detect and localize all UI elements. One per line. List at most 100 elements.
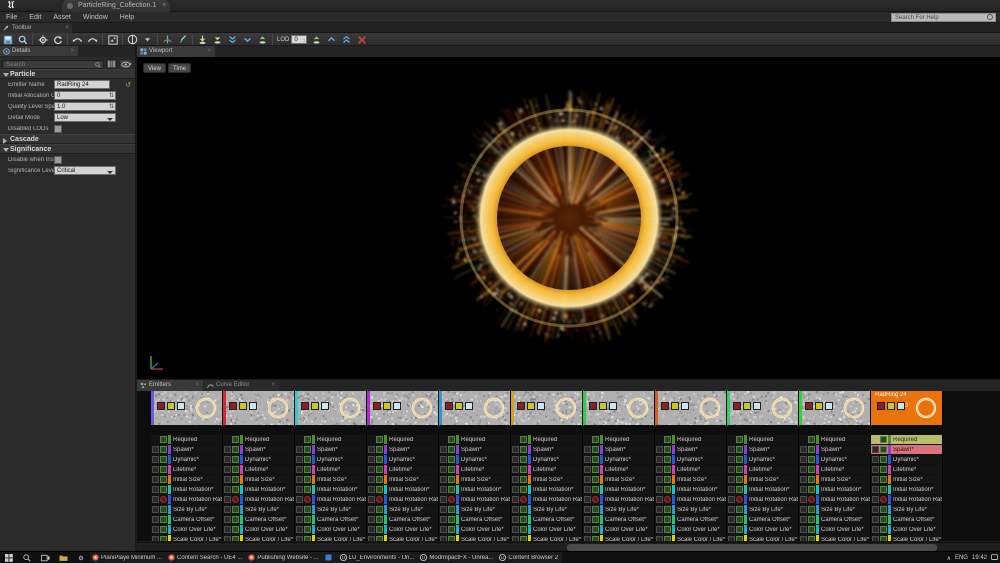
tab-details[interactable]: Details × (0, 46, 78, 57)
module-enable-checkbox[interactable] (664, 506, 671, 513)
module-row[interactable]: Initial Rotation* (151, 485, 222, 494)
module-row[interactable]: Initial Rotation* (295, 485, 366, 494)
module-lod-checkbox[interactable] (656, 526, 663, 533)
taskbar-app[interactable]: U Content Browser 2 (497, 552, 562, 563)
module-enable-checkbox[interactable] (808, 516, 815, 523)
module-row[interactable]: Scale Color / Life* (583, 535, 654, 541)
module-row[interactable]: Lifetime* (871, 465, 942, 474)
emitter-column[interactable]: Required Spawn* Dynamic* Lifetime* Initial S… (439, 391, 511, 541)
module-lod-checkbox[interactable] (512, 446, 519, 453)
module-lod-checkbox[interactable] (440, 456, 447, 463)
emitter-enable-badge-icon[interactable] (167, 402, 175, 410)
significance-level-select[interactable]: Critical (54, 166, 116, 175)
module-row[interactable]: Initial Size* (727, 475, 798, 484)
module-enable-checkbox[interactable] (448, 526, 455, 533)
module-enable-checkbox[interactable] (232, 516, 239, 523)
emitter-column[interactable]: Required Spawn* Dynamic* Lifetime* Initial S… (583, 391, 655, 541)
module-row[interactable]: Color Over Life* (799, 525, 870, 534)
module-lod-checkbox[interactable] (872, 456, 879, 463)
emitter-name-input[interactable]: RadRing 24 (54, 80, 110, 89)
module-enable-checkbox[interactable] (808, 446, 815, 453)
module-lod-checkbox[interactable] (152, 446, 159, 453)
module-lod-checkbox[interactable] (368, 516, 375, 523)
module-lod-checkbox[interactable] (584, 456, 591, 463)
emitter-header[interactable] (727, 391, 798, 425)
emitter-header[interactable] (223, 391, 294, 425)
quality-level-input[interactable]: 1.0 ⇅ (54, 102, 116, 111)
module-lod-checkbox[interactable] (224, 536, 231, 541)
taskbar-app[interactable]: Content Search - UE4 ... (166, 552, 246, 563)
module-enable-checkbox[interactable] (304, 456, 311, 463)
tray-chevron-icon[interactable]: ∧ (947, 555, 951, 562)
module-enable-checkbox[interactable] (880, 516, 887, 523)
module-enable-checkbox[interactable] (376, 476, 383, 483)
module-lod-checkbox[interactable] (656, 536, 663, 541)
module-row[interactable]: Initial Size* (583, 475, 654, 484)
undo-button[interactable] (70, 33, 85, 46)
lod-regenerate-button[interactable] (255, 33, 270, 46)
module-row[interactable]: Initial Size* (511, 475, 582, 484)
module-row[interactable]: Required (799, 435, 870, 444)
module-enable-checkbox[interactable] (448, 486, 455, 493)
task-view-icon[interactable] (36, 552, 54, 563)
emitter-header-selected[interactable]: RadRing 24 3 (871, 391, 942, 425)
delete-lod-button[interactable] (354, 33, 369, 46)
module-enable-checkbox[interactable] (664, 486, 671, 493)
module-row[interactable]: Spawn* (583, 445, 654, 454)
module-enable-checkbox[interactable] (304, 536, 311, 541)
module-lod-checkbox[interactable] (584, 466, 591, 473)
module-lod-checkbox[interactable] (440, 496, 447, 503)
module-lod-checkbox[interactable] (152, 456, 159, 463)
module-enable-checkbox[interactable] (664, 526, 671, 533)
module-enable-checkbox[interactable] (808, 466, 815, 473)
module-row[interactable]: Camera Offset* (799, 515, 870, 524)
emitters-scroll-area[interactable]: Required Spawn* Dynamic* Lifetime* Initial S… (137, 391, 1000, 541)
module-enable-checkbox[interactable] (376, 436, 383, 443)
module-lod-checkbox[interactable] (296, 516, 303, 523)
module-enable-checkbox[interactable] (592, 476, 599, 483)
taskbar-app[interactable]: U LU_Environments - Un... (338, 552, 419, 563)
module-lod-checkbox[interactable] (800, 456, 807, 463)
emitter-render-badge-icon[interactable] (825, 402, 833, 410)
start-icon[interactable] (0, 552, 18, 563)
module-row[interactable]: Camera Offset* (151, 515, 222, 524)
module-enable-checkbox[interactable] (664, 516, 671, 523)
module-enable-checkbox[interactable] (448, 476, 455, 483)
emitter-enable-badge-icon[interactable] (455, 402, 463, 410)
module-lod-checkbox[interactable] (296, 526, 303, 533)
module-row[interactable]: Lifetime* (439, 465, 510, 474)
module-enable-checkbox[interactable] (592, 466, 599, 473)
emitter-solo-badge-icon[interactable] (445, 402, 453, 410)
module-lod-checkbox[interactable] (656, 506, 663, 513)
module-row[interactable]: Initial Rotation Rate* (655, 495, 726, 504)
module-row[interactable]: Lifetime* (655, 465, 726, 474)
bounds-dropdown[interactable] (140, 33, 155, 46)
taskbar-app[interactable]: U ModImpactFX - Unrea... (418, 552, 497, 563)
emitter-render-badge-icon[interactable] (681, 402, 689, 410)
module-lod-checkbox[interactable] (584, 486, 591, 493)
module-lod-checkbox[interactable] (800, 536, 807, 541)
module-row[interactable]: Dynamic* (871, 455, 942, 464)
module-row[interactable]: Scale Color / Life* (799, 535, 870, 541)
document-tab[interactable]: ParticleRing_Collection.1 × (62, 0, 170, 12)
module-row[interactable]: Camera Offset* (223, 515, 294, 524)
module-enable-checkbox[interactable] (232, 446, 239, 453)
module-enable-checkbox[interactable] (376, 456, 383, 463)
module-row[interactable]: Dynamic* (583, 455, 654, 464)
module-enable-checkbox[interactable] (808, 536, 815, 541)
module-row[interactable]: Spawn* (655, 445, 726, 454)
emitter-render-badge-icon[interactable] (537, 402, 545, 410)
emitter-solo-badge-icon[interactable] (517, 402, 525, 410)
module-enable-checkbox[interactable] (664, 446, 671, 453)
module-enable-checkbox[interactable] (880, 506, 887, 513)
module-row[interactable]: Initial Rotation Rate* (367, 495, 438, 504)
module-lod-checkbox[interactable] (800, 516, 807, 523)
restart-simulation-button[interactable] (35, 33, 50, 46)
module-enable-checkbox[interactable] (160, 486, 167, 493)
module-row[interactable]: Color Over Life* (367, 525, 438, 534)
module-enable-checkbox[interactable] (520, 486, 527, 493)
module-row[interactable]: Dynamic* (439, 455, 510, 464)
module-lod-checkbox[interactable] (440, 446, 447, 453)
module-lod-checkbox[interactable] (368, 496, 375, 503)
menu-help[interactable]: Help (114, 12, 140, 23)
